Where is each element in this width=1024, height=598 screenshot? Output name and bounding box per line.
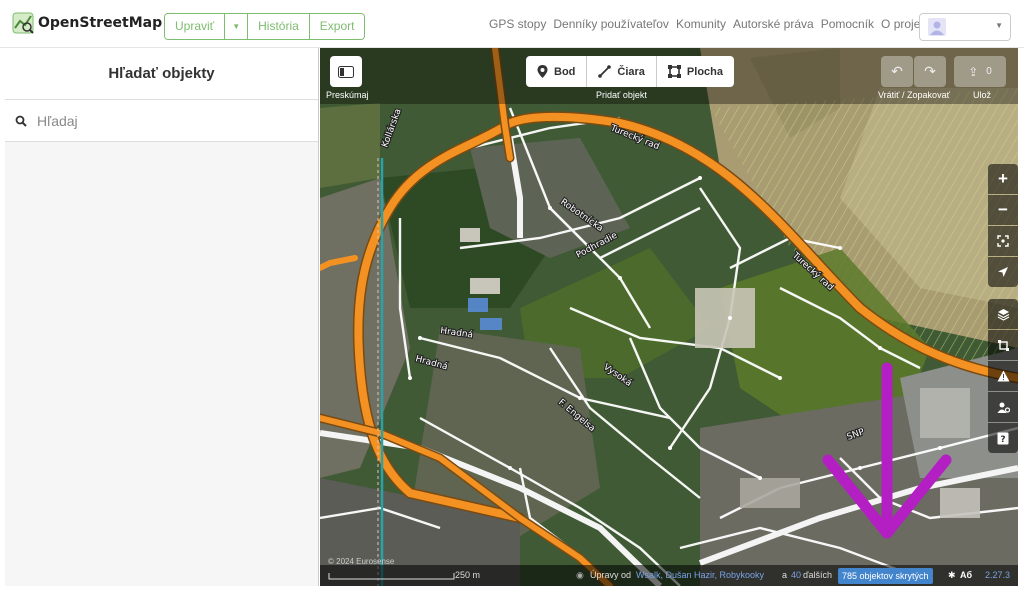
preferences-pane-button[interactable] (988, 392, 1018, 422)
language-selector[interactable]: Aб (960, 565, 972, 586)
undo-button[interactable]: ↶ (881, 56, 913, 87)
background-pane-button[interactable] (988, 299, 1018, 329)
sidebar-toggle-icon (338, 65, 354, 78)
map-footer: © 2024 Eurosense 250 m ◉ Úpravy od Wsalk… (320, 557, 1018, 586)
location-arrow-icon (998, 267, 1008, 277)
upload-icon: ⇪ (968, 64, 979, 79)
user-avatar-icon (928, 18, 946, 36)
add-area-button[interactable]: Plocha (657, 56, 734, 87)
user-menu-dropdown[interactable]: ▼ (919, 13, 1011, 41)
satellite-map-canvas[interactable]: Turecký rad Turecký rad Robotnícka Podhr… (320, 48, 1018, 586)
more-editors-suffix: ďalších (803, 570, 833, 580)
map-data-pane-button[interactable] (988, 330, 1018, 360)
edits-and: a (782, 570, 788, 580)
edits-prefix: Úpravy od (590, 570, 632, 580)
add-feature-group: Bod Čiara Plocha (526, 56, 734, 87)
nav-user-diaries[interactable]: Denníky používateľov (553, 17, 669, 31)
caret-down-icon: ▼ (232, 22, 241, 31)
secondary-nav: GPS stopy Denníky používateľov Komunity … (489, 17, 936, 31)
export-button[interactable]: Export (309, 14, 365, 39)
editor-top-toolbar: Preskúmaj Bod Čiara Plocha Pridať objekt… (320, 48, 1018, 104)
edit-button[interactable]: Upraviť (165, 14, 226, 39)
top-navbar: OpenStreetMap Upraviť ▼ História Export … (0, 0, 1024, 48)
issues-pane-button[interactable] (988, 361, 1018, 391)
map-area[interactable]: Turecký rad Turecký rad Robotnícka Podhr… (320, 48, 1018, 586)
nav-copyright[interactable]: Autorské práva (733, 17, 814, 31)
osm-logo-link[interactable]: OpenStreetMap (12, 12, 162, 34)
add-feature-label: Pridať objekt (596, 90, 647, 100)
chevron-down-icon: ▼ (995, 21, 1003, 30)
sidebar: Hľadať objekty (5, 48, 319, 586)
minus-icon: − (998, 200, 1008, 219)
point-icon (537, 65, 548, 78)
sidebar-title: Hľadať objekty (5, 48, 318, 100)
save-count: 0 (986, 66, 992, 77)
globe-icon: ◉ (576, 570, 584, 580)
bug-icon: ✱ (948, 570, 956, 580)
inspect-label: Preskúmaj (326, 90, 369, 100)
edit-dropdown-button[interactable]: ▼ (225, 14, 249, 39)
search-icon (15, 115, 27, 127)
redo-button[interactable]: ↷ (914, 56, 946, 87)
more-editors-count[interactable]: 40 (791, 565, 801, 586)
scale-label: 250 m (455, 570, 481, 580)
map-data-icon (997, 339, 1009, 351)
nav-gps-traces[interactable]: GPS stopy (489, 17, 546, 31)
feature-search-bar (5, 100, 318, 142)
zoom-to-selection-icon (997, 235, 1009, 247)
undo-icon: ↶ (891, 63, 903, 79)
nav-help[interactable]: Pomocník (821, 17, 874, 31)
osm-logo-icon (12, 12, 34, 34)
zoom-to-selection-button[interactable] (988, 226, 1018, 256)
zoom-in-button[interactable]: + (988, 164, 1018, 194)
area-icon (667, 65, 681, 78)
feature-search-input[interactable] (37, 112, 297, 129)
user-settings-icon (997, 402, 1010, 413)
nav-communities[interactable]: Komunity (676, 17, 726, 31)
add-line-label: Čiara (617, 65, 645, 78)
help-icon: ? (997, 432, 1009, 445)
scale-bar[interactable] (326, 565, 456, 586)
undo-redo-label: Vrátiť / Zopakovať (878, 90, 950, 100)
hidden-features-badge[interactable]: 785 objektov skrytých (838, 568, 933, 584)
add-area-label: Plocha (686, 65, 723, 78)
add-point-label: Bod (554, 65, 576, 78)
add-line-button[interactable]: Čiara (587, 56, 657, 87)
history-button[interactable]: História (248, 14, 310, 39)
version-label[interactable]: 2.27.3 (985, 565, 1010, 586)
editor-links[interactable]: Wsalk, Dušan Hazir, Robykooky (636, 565, 764, 586)
help-pane-button[interactable]: ? (988, 423, 1018, 453)
save-label: Ulož (973, 90, 992, 100)
svg-text:?: ? (1000, 435, 1005, 445)
app-name: OpenStreetMap (38, 15, 163, 31)
add-point-button[interactable]: Bod (526, 56, 588, 87)
line-icon (598, 65, 612, 78)
zoom-out-button[interactable]: − (988, 195, 1018, 225)
toggle-sidebar-button[interactable] (330, 56, 362, 87)
layers-icon (997, 308, 1009, 321)
plus-icon: + (998, 169, 1008, 188)
warning-icon (997, 370, 1009, 382)
redo-icon: ↷ (924, 63, 936, 79)
geolocate-button[interactable] (988, 257, 1018, 287)
save-button[interactable]: ⇪ 0 (954, 56, 1006, 87)
edit-button-group: Upraviť ▼ História Export (164, 13, 366, 40)
